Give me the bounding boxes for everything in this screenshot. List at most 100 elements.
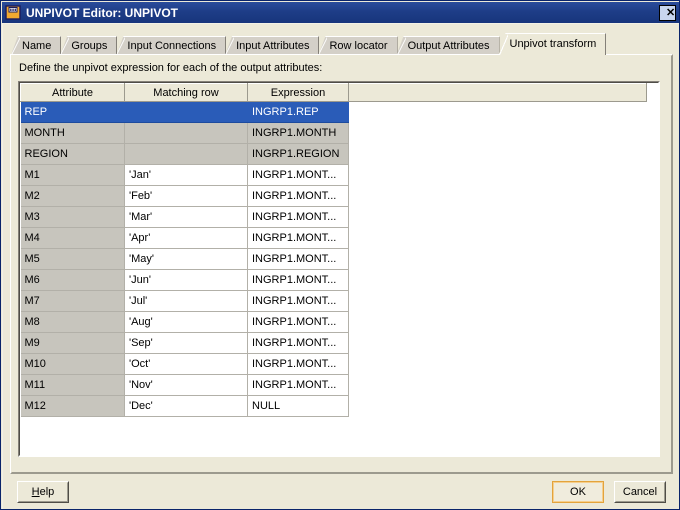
cell-filler — [348, 395, 647, 417]
cell-filler — [348, 332, 647, 354]
cell-filler — [348, 227, 647, 249]
cell-attribute[interactable]: M10 — [20, 353, 125, 375]
cell-expression[interactable]: INGRP1.MONT... — [247, 269, 349, 291]
cell-attribute[interactable]: M11 — [20, 374, 125, 396]
cell-expression[interactable]: INGRP1.MONT... — [247, 311, 349, 333]
cell-filler — [348, 353, 647, 375]
column-header-attribute[interactable]: Attribute — [20, 83, 125, 102]
cell-attribute[interactable]: MONTH — [20, 122, 125, 144]
unpivot-expression-table-container[interactable]: Attribute Matching row Expression REP ING… — [18, 81, 660, 457]
column-header-matching-row[interactable]: Matching row — [124, 83, 248, 102]
unpivot-expression-table: Attribute Matching row Expression REP ING… — [20, 83, 647, 417]
table-row[interactable]: M9 'Sep' INGRP1.MONT... — [20, 332, 647, 354]
help-label-rest: elp — [39, 486, 55, 498]
table-row[interactable]: M1 'Jan' INGRP1.MONT... — [20, 164, 647, 186]
cell-expression[interactable]: INGRP1.MONT... — [247, 248, 349, 270]
cell-matching-row[interactable]: 'May' — [124, 248, 248, 270]
cell-attribute[interactable]: M4 — [20, 227, 125, 249]
cell-matching-row[interactable]: 'Apr' — [124, 227, 248, 249]
unpivot-editor-window: UNPIVOT Editor: UNPIVOT ✕ Name Groups In… — [0, 0, 680, 510]
cell-filler — [348, 101, 647, 123]
cell-attribute[interactable]: M6 — [20, 269, 125, 291]
cell-attribute[interactable]: M8 — [20, 311, 125, 333]
cell-filler — [348, 122, 647, 144]
table-row[interactable]: M11 'Nov' INGRP1.MONT... — [20, 374, 647, 396]
cell-matching-row[interactable]: 'Jun' — [124, 269, 248, 291]
table-row[interactable]: REP INGRP1.REP — [20, 101, 647, 123]
cell-filler — [348, 374, 647, 396]
cell-matching-row[interactable]: 'Mar' — [124, 206, 248, 228]
cancel-button-label: Cancel — [622, 486, 658, 498]
cell-attribute[interactable]: M7 — [20, 290, 125, 312]
cell-matching-row[interactable]: 'Jan' — [124, 164, 248, 186]
cell-expression[interactable]: INGRP1.MONT... — [247, 332, 349, 354]
cell-expression[interactable]: INGRP1.MONT... — [247, 164, 349, 186]
cell-expression[interactable]: INGRP1.MONT... — [247, 374, 349, 396]
cell-attribute[interactable]: M1 — [20, 164, 125, 186]
table-row[interactable]: REGION INGRP1.REGION — [20, 143, 647, 165]
cell-expression[interactable]: INGRP1.MONT... — [247, 206, 349, 228]
cell-filler — [348, 290, 647, 312]
ok-button-label: OK — [570, 486, 586, 498]
unpivot-transform-panel: Define the unpivot expression for each o… — [10, 54, 673, 474]
table-row[interactable]: M2 'Feb' INGRP1.MONT... — [20, 185, 647, 207]
cell-expression[interactable]: INGRP1.MONT... — [247, 290, 349, 312]
window-title: UNPIVOT Editor: UNPIVOT — [26, 6, 179, 20]
cell-matching-row[interactable] — [124, 122, 248, 144]
column-header-filler — [348, 83, 647, 102]
cell-matching-row[interactable]: 'Sep' — [124, 332, 248, 354]
cell-expression[interactable]: INGRP1.MONT... — [247, 227, 349, 249]
table-body: REP INGRP1.REP MONTH INGRP1.MONTH REGION INGR… — [20, 101, 647, 417]
cell-expression[interactable]: INGRP1.MONTH — [247, 122, 349, 144]
window-titlebar[interactable]: UNPIVOT Editor: UNPIVOT ✕ — [2, 2, 679, 23]
tab-groups[interactable]: Groups — [60, 36, 118, 55]
cell-attribute[interactable]: REGION — [20, 143, 125, 165]
table-row[interactable]: M3 'Mar' INGRP1.MONT... — [20, 206, 647, 228]
app-window-icon — [5, 5, 21, 20]
table-row[interactable]: M7 'Jul' INGRP1.MONT... — [20, 290, 647, 312]
cell-matching-row[interactable] — [124, 101, 248, 123]
cell-filler — [348, 248, 647, 270]
table-row[interactable]: M8 'Aug' INGRP1.MONT... — [20, 311, 647, 333]
close-icon[interactable]: ✕ — [659, 4, 676, 21]
cell-expression[interactable]: INGRP1.REP — [247, 101, 349, 123]
cell-expression[interactable]: INGRP1.MONT... — [247, 353, 349, 375]
tab-input-connections[interactable]: Input Connections — [116, 36, 227, 55]
cell-matching-row[interactable]: 'Nov' — [124, 374, 248, 396]
cell-attribute[interactable]: M12 — [20, 395, 125, 417]
ok-button[interactable]: OK — [552, 481, 604, 503]
cell-matching-row[interactable]: 'Dec' — [124, 395, 248, 417]
cell-attribute[interactable]: REP — [20, 101, 125, 123]
cell-attribute[interactable]: M2 — [20, 185, 125, 207]
tab-name[interactable]: Name — [11, 36, 62, 55]
cell-matching-row[interactable]: 'Aug' — [124, 311, 248, 333]
tab-row-locator[interactable]: Row locator — [318, 36, 398, 55]
tab-input-attributes[interactable]: Input Attributes — [225, 36, 320, 55]
cell-expression[interactable]: INGRP1.MONT... — [247, 185, 349, 207]
cell-expression[interactable]: INGRP1.REGION — [247, 143, 349, 165]
cell-attribute[interactable]: M3 — [20, 206, 125, 228]
cell-matching-row[interactable]: 'Jul' — [124, 290, 248, 312]
cell-expression[interactable]: NULL — [247, 395, 349, 417]
column-header-expression[interactable]: Expression — [247, 83, 349, 102]
table-row[interactable]: M4 'Apr' INGRP1.MONT... — [20, 227, 647, 249]
cell-attribute[interactable]: M9 — [20, 332, 125, 354]
table-row[interactable]: M10 'Oct' INGRP1.MONT... — [20, 353, 647, 375]
tab-strip: Name Groups Input Connections Input Attr… — [11, 33, 672, 55]
cell-matching-row[interactable]: 'Oct' — [124, 353, 248, 375]
cell-filler — [348, 164, 647, 186]
cell-matching-row[interactable]: 'Feb' — [124, 185, 248, 207]
table-row[interactable]: MONTH INGRP1.MONTH — [20, 122, 647, 144]
tab-unpivot-transform[interactable]: Unpivot transform — [498, 33, 607, 55]
help-mnemonic: H — [31, 486, 40, 498]
tab-output-attributes[interactable]: Output Attributes — [396, 36, 500, 55]
table-row[interactable]: M12 'Dec' NULL — [20, 395, 647, 417]
help-button-label: Help — [32, 486, 55, 498]
cell-attribute[interactable]: M5 — [20, 248, 125, 270]
cancel-button[interactable]: Cancel — [614, 481, 666, 503]
table-row[interactable]: M5 'May' INGRP1.MONT... — [20, 248, 647, 270]
cell-matching-row[interactable] — [124, 143, 248, 165]
table-row[interactable]: M6 'Jun' INGRP1.MONT... — [20, 269, 647, 291]
help-button[interactable]: Help — [17, 481, 69, 503]
cell-filler — [348, 311, 647, 333]
